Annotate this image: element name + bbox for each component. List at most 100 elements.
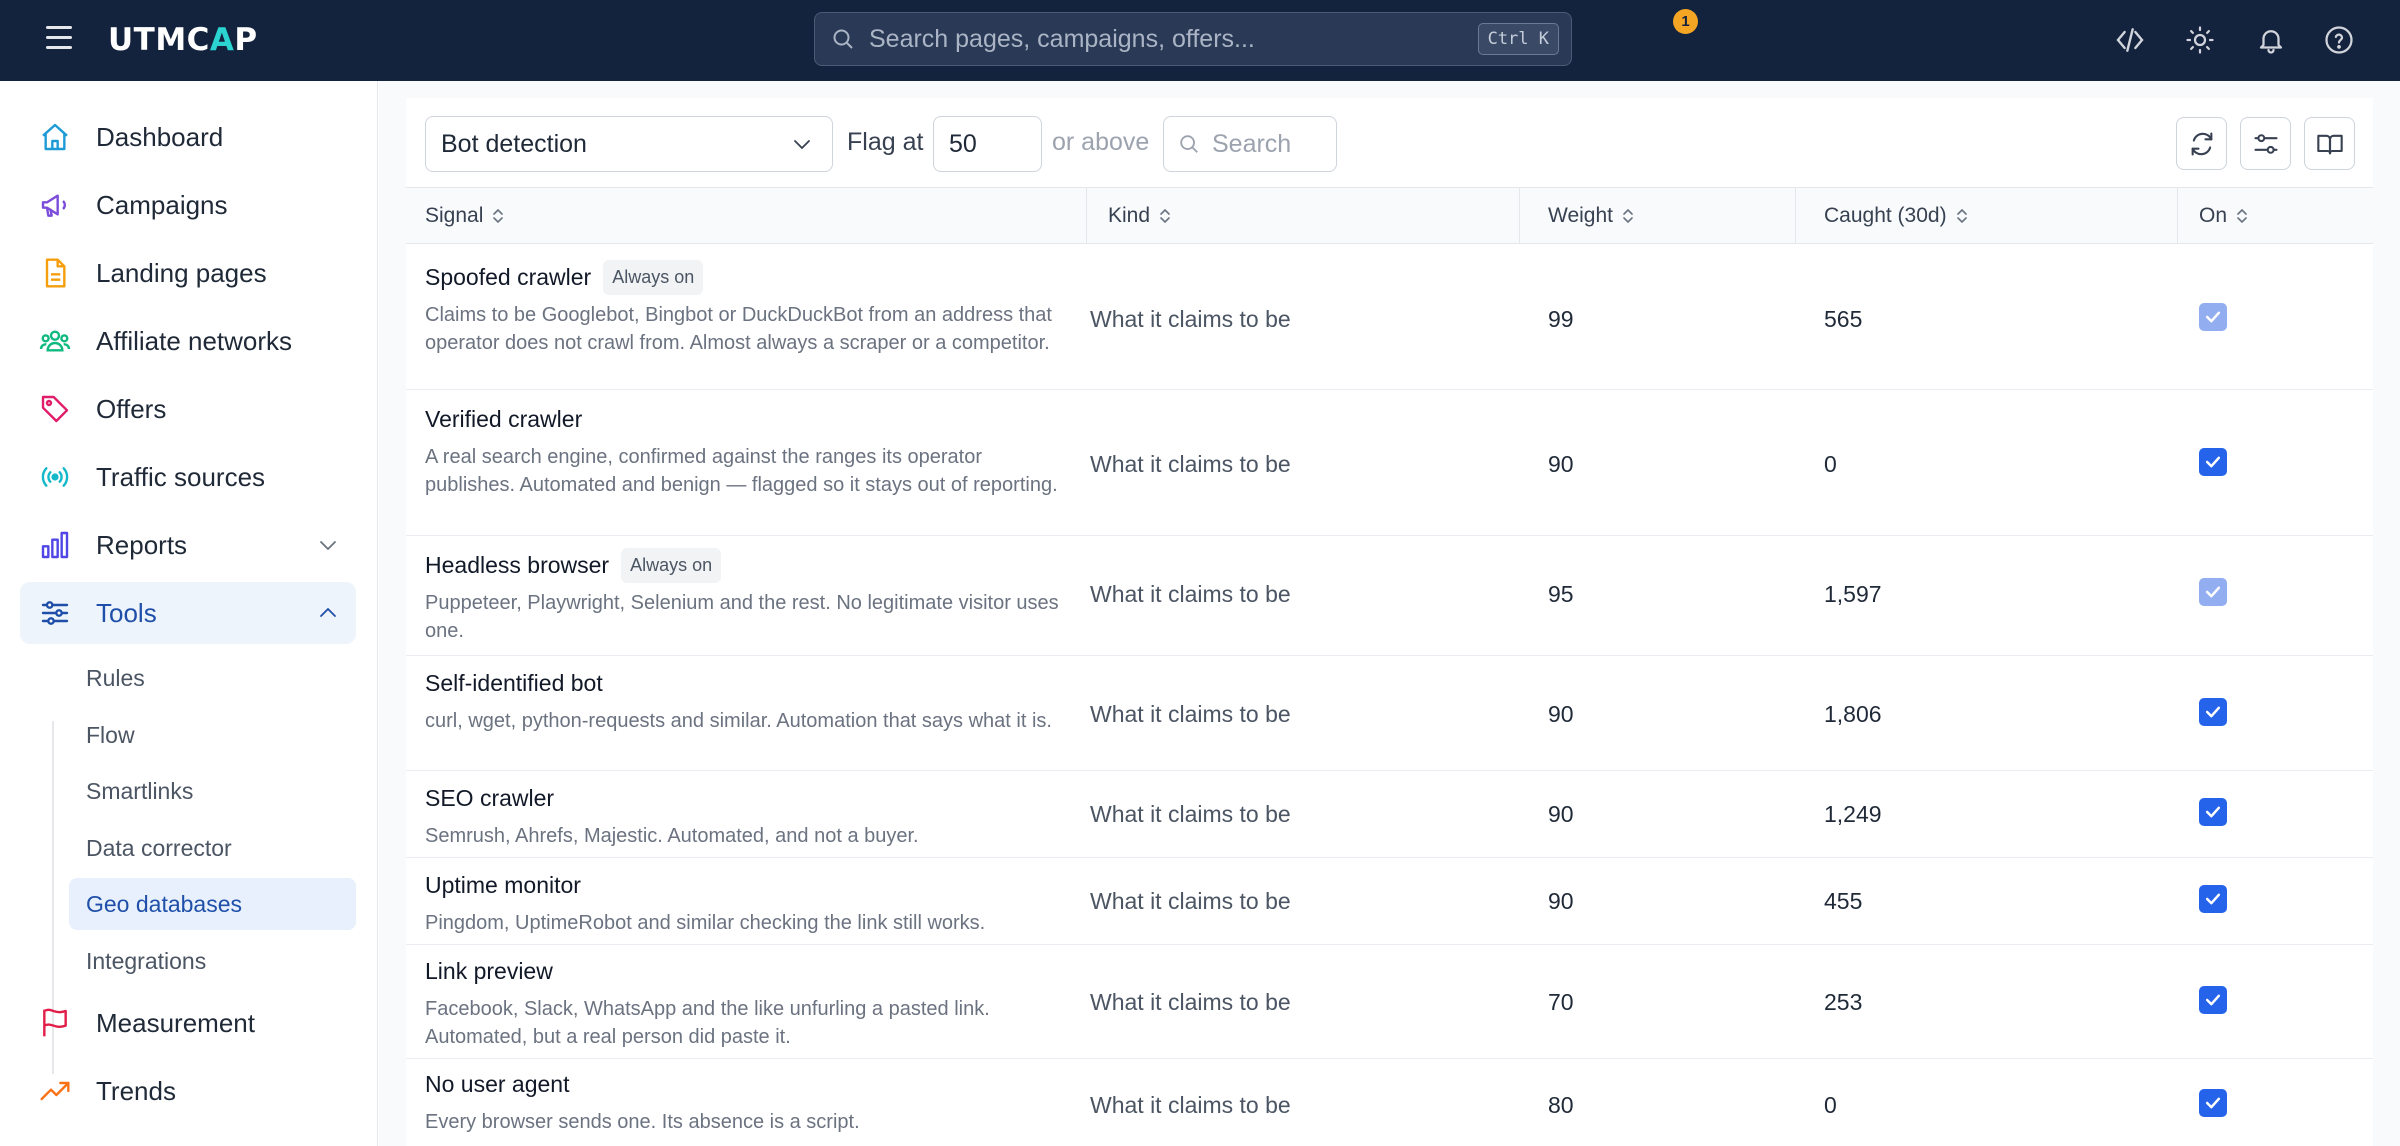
- sidebar-subitem-rules[interactable]: Rules: [69, 652, 356, 704]
- column-header-caught[interactable]: Caught (30d): [1824, 188, 1968, 243]
- menu-icon[interactable]: [46, 26, 78, 54]
- column-header-signal[interactable]: Signal: [425, 188, 504, 243]
- flag-threshold-input[interactable]: [933, 116, 1042, 172]
- signal-name: Spoofed crawler: [425, 264, 592, 290]
- checkmark-icon: [2205, 456, 2221, 468]
- sidebar-item-landing-pages[interactable]: Landing pages: [20, 242, 356, 304]
- users-icon: [38, 324, 72, 358]
- theme-sun-icon[interactable]: [2182, 22, 2218, 58]
- table-search-input[interactable]: Search: [1163, 116, 1337, 172]
- signal-name: Headless browser: [425, 552, 610, 578]
- refresh-button[interactable]: [2176, 117, 2227, 170]
- enabled-checkbox[interactable]: [2199, 448, 2227, 476]
- sidebar-subitem-smartlinks[interactable]: Smartlinks: [69, 765, 356, 817]
- checkmark-icon: [2205, 706, 2221, 718]
- weight-cell: 90: [1548, 701, 1574, 727]
- sidebar-item-reports[interactable]: Reports: [20, 514, 356, 576]
- kind-cell: What it claims to be: [1090, 1092, 1291, 1118]
- column-header-label: Weight: [1548, 203, 1613, 227]
- sidebar-subitem-data-corrector[interactable]: Data corrector: [69, 822, 356, 874]
- kind-cell: What it claims to be: [1090, 451, 1291, 477]
- sidebar-subitem-integrations[interactable]: Integrations: [69, 935, 356, 987]
- sidebar-item-affiliate-networks[interactable]: Affiliate networks: [20, 310, 356, 372]
- table-row[interactable]: Spoofed crawler Always on Claims to be Go…: [406, 245, 2373, 390]
- column-header-on[interactable]: On: [2199, 188, 2248, 243]
- sidebar-item-tools[interactable]: Tools: [20, 582, 356, 644]
- signal-description: Claims to be Googlebot, Bingbot or DuckD…: [425, 304, 1052, 354]
- sidebar-item-label: Dashboard: [96, 121, 224, 152]
- caught-cell: 253: [1824, 989, 1863, 1015]
- signal-cell: SEO crawler Semrush, Ahrefs, Majestic. A…: [425, 785, 1065, 850]
- main-content: Bot detection Flag at or above Search Si…: [379, 81, 2400, 1146]
- flag-icon: [38, 1006, 72, 1040]
- signal-description: Every browser sends one. Its absence is …: [425, 1111, 860, 1133]
- table-row[interactable]: SEO crawler Semrush, Ahrefs, Majestic. A…: [406, 771, 2373, 858]
- code-icon[interactable]: [2112, 22, 2148, 58]
- signal-cell: Self-identified bot curl, wget, python-r…: [425, 670, 1065, 735]
- table-row[interactable]: Headless browser Always on Puppeteer, Pla…: [406, 536, 2373, 656]
- kind-cell: What it claims to be: [1090, 701, 1291, 727]
- enabled-checkbox[interactable]: [2199, 1089, 2227, 1117]
- sidebar-item-campaigns[interactable]: Campaigns: [20, 174, 356, 236]
- table-row[interactable]: Uptime monitor Pingdom, UptimeRobot and …: [406, 858, 2373, 945]
- sliders-icon: [2253, 133, 2278, 154]
- signal-cell: Link preview Facebook, Slack, WhatsApp a…: [425, 958, 1065, 1051]
- sort-icon: [1623, 208, 1633, 223]
- caught-cell: 1,597: [1824, 581, 1882, 607]
- sidebar-item-measurement[interactable]: Measurement: [20, 992, 356, 1054]
- sidebar-item-dashboard[interactable]: Dashboard: [20, 106, 356, 168]
- kind-cell: What it claims to be: [1090, 581, 1291, 607]
- signal-description: A real search engine, confirmed against …: [425, 446, 1058, 496]
- checkmark-icon: [2205, 994, 2221, 1006]
- sidebar-subitem-label: Flow: [86, 721, 135, 748]
- sidebar-item-offers[interactable]: Offers: [20, 378, 356, 440]
- sidebar-item-label: Measurement: [96, 1007, 255, 1038]
- column-header-weight[interactable]: Weight: [1548, 188, 1634, 243]
- filters-button[interactable]: [2240, 117, 2291, 170]
- table-row[interactable]: Verified crawler A real search engine, c…: [406, 390, 2373, 536]
- signal-cell: Uptime monitor Pingdom, UptimeRobot and …: [425, 872, 1065, 937]
- table-search-placeholder: Search: [1212, 129, 1292, 158]
- sidebar-item-label: Reports: [96, 529, 188, 560]
- document-icon: [38, 256, 72, 290]
- signal-cell: Verified crawler A real search engine, c…: [425, 406, 1065, 499]
- signal-description: Semrush, Ahrefs, Majestic. Automated, an…: [425, 825, 919, 847]
- signal-description: Pingdom, UptimeRobot and similar checkin…: [425, 912, 986, 934]
- preset-select-value: Bot detection: [441, 129, 587, 158]
- enabled-checkbox[interactable]: [2199, 698, 2227, 726]
- enabled-checkbox: [2199, 578, 2227, 606]
- table-row[interactable]: Link preview Facebook, Slack, WhatsApp a…: [406, 945, 2373, 1059]
- sidebar-item-trends[interactable]: Trends: [20, 1060, 356, 1122]
- enabled-checkbox[interactable]: [2199, 885, 2227, 913]
- home-icon: [38, 120, 72, 154]
- preset-select[interactable]: Bot detection: [425, 116, 833, 172]
- column-divider: [1086, 188, 1087, 243]
- weight-cell: 99: [1548, 306, 1574, 332]
- docs-button[interactable]: [2304, 117, 2355, 170]
- sidebar-subitem-flow[interactable]: Flow: [69, 709, 356, 761]
- sidebar-item-traffic-sources[interactable]: Traffic sources: [20, 446, 356, 508]
- signal-name: Uptime monitor: [425, 872, 581, 898]
- checkmark-icon: [2205, 311, 2221, 323]
- column-header-kind[interactable]: Kind: [1108, 188, 1171, 243]
- weight-cell: 90: [1548, 888, 1574, 914]
- table-row[interactable]: Self-identified bot curl, wget, python-r…: [406, 656, 2373, 771]
- logo-text-end: P: [234, 22, 258, 58]
- enabled-checkbox[interactable]: [2199, 798, 2227, 826]
- sidebar-subitem-geo-databases[interactable]: Geo databases: [69, 878, 356, 930]
- sidebar-item-label: Trends: [96, 1075, 176, 1106]
- logo[interactable]: UTMC A P: [108, 16, 258, 64]
- help-icon[interactable]: [2321, 22, 2357, 58]
- table-row[interactable]: No user agent Every browser sends one. I…: [406, 1059, 2373, 1146]
- global-search[interactable]: Search pages, campaigns, offers... Ctrl …: [814, 12, 1572, 66]
- trend-icon: [38, 1074, 72, 1108]
- signal-description: curl, wget, python-requests and similar.…: [425, 710, 1052, 732]
- column-header-label: Signal: [425, 203, 484, 227]
- bar-chart-icon: [38, 528, 72, 562]
- column-header-label: Caught (30d): [1824, 203, 1947, 227]
- enabled-checkbox[interactable]: [2199, 986, 2227, 1014]
- bell-icon[interactable]: [2253, 22, 2289, 58]
- signal-cell: No user agent Every browser sends one. I…: [425, 1071, 1065, 1136]
- signal-name: Verified crawler: [425, 406, 583, 432]
- sidebar: Dashboard Campaigns Landing pages Affili…: [0, 81, 378, 1146]
